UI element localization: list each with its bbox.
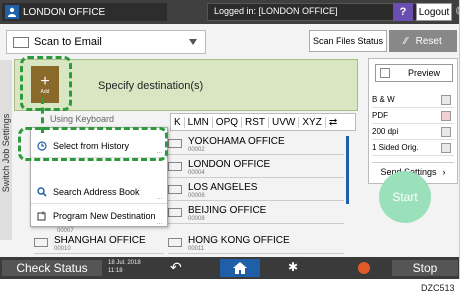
specify-destination-text: Specify destination(s)	[98, 80, 204, 92]
chevron-down-icon	[189, 39, 197, 45]
destination-number: 00004	[188, 170, 205, 176]
help-button[interactable]: ?	[393, 3, 413, 21]
checkbox-icon	[380, 68, 390, 78]
destination-item[interactable]: LOS ANGELES 00006	[168, 181, 344, 201]
home-icon[interactable]	[220, 259, 260, 277]
destination-name: SHANGHAI OFFICE	[54, 235, 146, 246]
menu-item-label: Search Address Book	[53, 186, 140, 197]
envelope-icon	[168, 185, 182, 194]
setting-file-type[interactable]: PDF	[372, 108, 454, 124]
search-icon	[37, 186, 47, 197]
menu-item-search-address-book[interactable]: Search Address Book …	[31, 180, 167, 204]
destination-item[interactable]: YOKOHAMA OFFICE 00002	[168, 135, 344, 155]
figure-code: DZC513	[421, 283, 455, 293]
destination-item[interactable]: BEIJING OFFICE 00008	[168, 204, 344, 224]
user-icon	[5, 5, 19, 19]
user-indicator[interactable]: LONDON OFFICE	[2, 3, 167, 21]
envelope-icon	[13, 36, 29, 48]
destination-number: 00008	[188, 216, 205, 222]
original-sides-icon	[441, 142, 451, 153]
chevron-right-icon: ›	[442, 166, 446, 177]
back-icon[interactable]: ↶	[170, 259, 182, 276]
list-scrollbar[interactable]	[346, 136, 349, 204]
more-icon: …	[156, 194, 163, 201]
color-mode-icon	[441, 94, 451, 105]
destination-item[interactable]: HONG KONG OFFICE 00011	[168, 234, 344, 254]
scan-files-status-button[interactable]: Scan Files Status	[309, 30, 387, 52]
destination-number: 00011	[188, 246, 205, 252]
preview-checkbox[interactable]: Preview	[375, 64, 453, 82]
destination-name: YOKOHAMA OFFICE	[188, 136, 285, 147]
stop-icon	[358, 262, 370, 274]
index-tab[interactable]: LMN	[185, 116, 213, 128]
top-bar: LONDON OFFICE Logged in: [LONDON OFFICE]…	[0, 0, 459, 24]
destination-name: LONDON OFFICE	[188, 159, 271, 170]
side-tab-label: Switch Job Settings	[1, 113, 11, 193]
destination-name: LOS ANGELES	[188, 182, 258, 193]
using-keyboard-item[interactable]: Using Keyboard	[50, 114, 114, 124]
setting-color[interactable]: B & W	[372, 92, 454, 108]
destination-item[interactable]: SHANGHAI OFFICE 00010	[34, 234, 164, 254]
destination-number: 00010	[54, 246, 71, 252]
setting-label: PDF	[372, 111, 388, 120]
energy-saver-icon[interactable]: ☾	[455, 4, 459, 18]
switch-job-settings-tab[interactable]: Switch Job Settings	[0, 60, 12, 240]
index-tabs: K LMN OPQ RST UVW XYZ ⇄	[170, 113, 356, 131]
user-title: LONDON OFFICE	[23, 6, 106, 18]
index-tab[interactable]: UVW	[269, 116, 300, 128]
callout-history	[18, 127, 168, 161]
envelope-icon	[168, 162, 182, 171]
reset-icon: ⁄⁄	[404, 35, 408, 47]
destination-name: HONG KONG OFFICE	[188, 235, 290, 246]
stop-button[interactable]: Stop	[392, 260, 458, 276]
date-time: 18 Jul. 2018 11:18	[108, 259, 141, 275]
menu-item-program-new-destination[interactable]: Program New Destination …	[31, 204, 167, 228]
mode-select[interactable]: Scan to Email	[6, 30, 206, 54]
reset-button[interactable]: ⁄⁄ Reset	[389, 30, 457, 52]
gear-icon[interactable]: ✱	[288, 260, 298, 274]
resolution-icon	[441, 126, 451, 137]
destination-number: 00006	[188, 193, 205, 199]
start-button[interactable]: Start	[379, 171, 431, 223]
envelope-icon	[168, 238, 182, 247]
destination-item[interactable]: LONDON OFFICE 00004	[168, 158, 344, 178]
bottom-bar: Check Status 18 Jul. 2018 11:18 ↶ ✱ Stop	[0, 257, 459, 279]
more-icon: …	[156, 219, 163, 226]
destination-number: 00002	[188, 147, 205, 153]
envelope-icon	[168, 139, 182, 148]
mode-label: Scan to Email	[34, 36, 102, 48]
switch-order-icon[interactable]: ⇄	[326, 117, 340, 128]
pdf-icon	[441, 110, 451, 121]
logout-button[interactable]: Logout	[416, 3, 452, 21]
date-text: 18 Jul. 2018	[108, 260, 141, 266]
login-status: Logged in: [LONDON OFFICE]	[207, 3, 423, 21]
setting-label: 200 dpi	[372, 127, 399, 136]
program-icon	[37, 211, 47, 221]
index-tab[interactable]: K	[171, 116, 185, 128]
time-text: 11:18	[108, 268, 123, 274]
index-tab[interactable]: XYZ	[299, 116, 326, 128]
envelope-icon	[168, 208, 182, 217]
callout-add	[20, 56, 72, 111]
destination-number: 00007	[57, 228, 74, 234]
preview-label: Preview	[408, 68, 441, 78]
check-status-button[interactable]: Check Status	[2, 260, 102, 276]
destination-name: BEIJING OFFICE	[188, 205, 267, 216]
envelope-icon	[34, 238, 48, 247]
device-screen: LONDON OFFICE Logged in: [LONDON OFFICE]…	[0, 0, 460, 279]
index-tab[interactable]: RST	[242, 116, 270, 128]
index-tab[interactable]: OPQ	[213, 116, 243, 128]
setting-label: 1 Sided Orig.	[372, 143, 419, 152]
setting-original[interactable]: 1 Sided Orig.	[372, 140, 454, 156]
menu-item-label: Program New Destination	[53, 211, 156, 221]
reset-label: Reset	[415, 35, 442, 47]
setting-resolution[interactable]: 200 dpi	[372, 124, 454, 140]
setting-label: B & W	[372, 95, 395, 104]
